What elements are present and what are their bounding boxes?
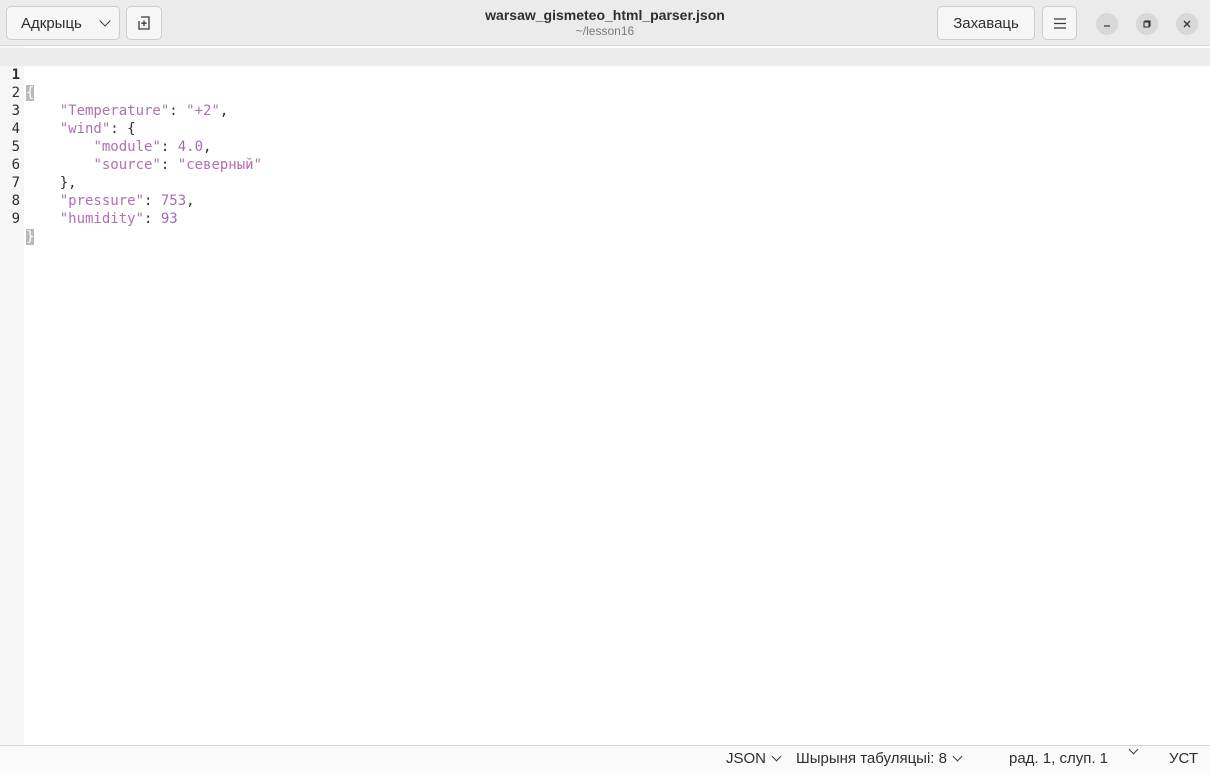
insert-mode-label: УСТ [1169,750,1199,767]
cursor-position[interactable]: рад. 1, слуп. 1 [1009,750,1108,767]
cursor-position-dropdown[interactable] [1128,744,1139,755]
bracket-match: } [26,229,35,245]
line-number: 9 [11,211,20,227]
save-button[interactable]: Захаваць [937,6,1035,40]
status-bar: JSON Шырыня табуляцыі: 8 рад. 1, слуп. 1… [0,744,1210,773]
code-line[interactable]: 6 }, [0,138,1210,191]
close-button[interactable] [1176,13,1198,35]
minimize-icon [1104,25,1110,27]
header-bar: Адкрыць warsaw_gismeteo_html_parser.json… [0,0,1210,46]
save-button-label: Захаваць [953,14,1019,32]
hamburger-menu-icon [1053,17,1066,29]
code-line[interactable]: 7 "pressure": 753, [0,156,1210,209]
json-number-value: 93 [160,211,178,227]
code-editor[interactable]: 1 { 2 "Temperature": "+2", 3 "wind": { 4… [0,46,1210,745]
code-line[interactable]: 3 "wind": { [0,84,1210,137]
maximize-icon [1143,20,1151,28]
code-line[interactable]: 4 "module": 4.0, [0,102,1210,155]
code-line[interactable]: 1 { [0,48,1210,101]
open-button[interactable]: Адкрыць [6,6,120,40]
text-editor-window: Адкрыць warsaw_gismeteo_html_parser.json… [0,0,1210,773]
insert-mode-indicator[interactable]: УСТ [1169,750,1198,767]
code-line[interactable]: 9 } [0,192,1210,245]
chevron-down-icon [1128,744,1139,755]
new-tab-icon [137,16,150,30]
new-tab-button[interactable] [126,6,162,40]
chevron-down-icon [771,751,782,762]
json-key: "humidity" [59,211,145,227]
maximize-button[interactable] [1136,13,1158,35]
code-line[interactable]: 5 "source": "северный" [0,120,1210,173]
code-line[interactable]: 8 "humidity": 93 [0,174,1210,227]
language-label: JSON [726,750,767,767]
tab-width-selector[interactable]: Шырыня табуляцыі: 8 [796,750,963,767]
close-icon [1183,20,1191,28]
line-content: } [26,228,35,246]
open-button-label: Адкрыць [21,14,82,32]
cursor-position-label: рад. 1, слуп. 1 [1009,750,1109,767]
minimize-button[interactable] [1096,13,1118,35]
chevron-down-icon [99,15,111,27]
code-line[interactable]: 2 "Temperature": "+2", [0,66,1210,119]
language-selector[interactable]: JSON [726,750,782,767]
menu-button[interactable] [1042,6,1077,40]
tab-width-label: Шырыня табуляцыі: 8 [796,750,947,767]
chevron-down-icon [952,751,963,762]
